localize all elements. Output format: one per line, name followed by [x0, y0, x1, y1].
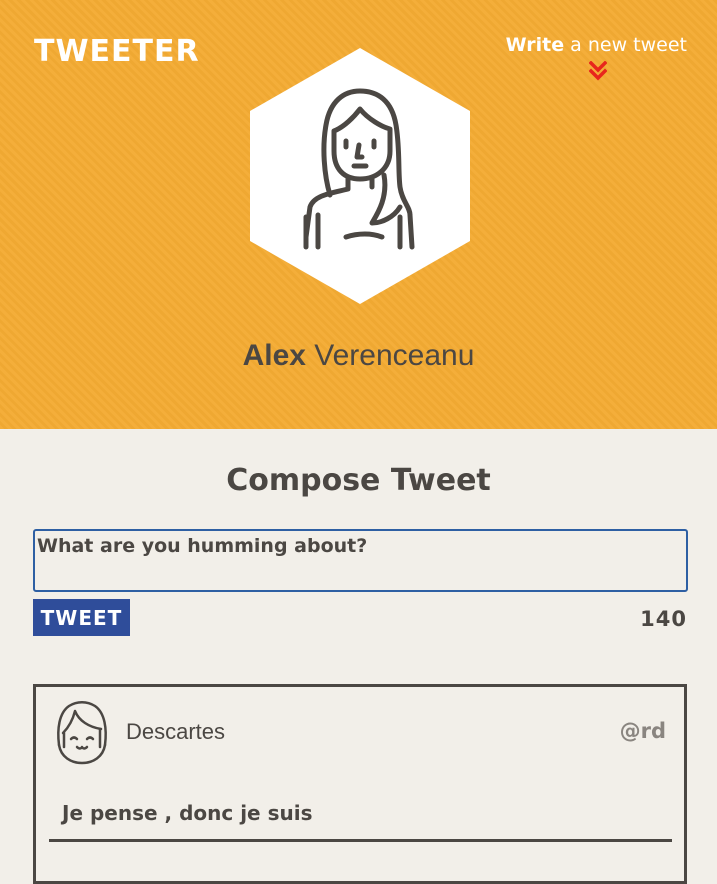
tweet-text: Je pense , donc je suis — [62, 801, 313, 825]
tweet-author-name[interactable]: Descartes — [126, 719, 225, 745]
tweet-divider — [49, 839, 672, 842]
tweet-card: Descartes @rd Je pense , donc je suis — [33, 684, 687, 884]
character-counter: 140 — [640, 607, 687, 631]
girl-avatar-icon — [57, 701, 107, 765]
tweet-button[interactable]: TWEET — [33, 599, 130, 636]
tweet-author-handle[interactable]: @rd — [620, 719, 666, 743]
tweet-input[interactable] — [33, 529, 688, 592]
profile-name: Alex Verenceanu — [0, 336, 717, 376]
double-chevron-down-icon[interactable] — [589, 61, 607, 81]
compose-title: Compose Tweet — [226, 463, 491, 498]
write-link-bold: Write — [505, 34, 565, 56]
write-new-tweet-link[interactable]: Write a new tweet — [506, 33, 687, 57]
write-link-rest: a new tweet — [564, 34, 687, 56]
profile-header: TWEETER Write a new tweet Alex Verencean… — [0, 0, 717, 429]
app-logo[interactable]: TWEETER — [34, 34, 200, 70]
woman-avatar-icon — [250, 48, 470, 304]
profile-last-name: Verenceanu — [305, 339, 475, 372]
profile-first-name: Alex — [242, 339, 306, 372]
